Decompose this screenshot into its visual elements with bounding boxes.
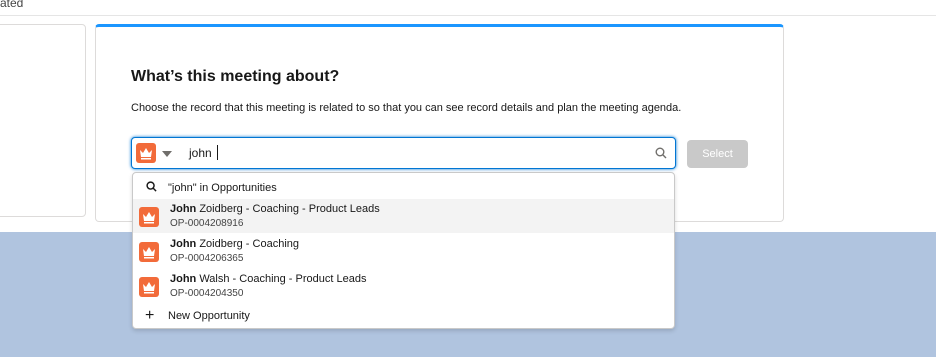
match-highlight: John	[170, 273, 197, 285]
search-icon	[655, 147, 667, 159]
search-in-opportunities[interactable]: "john" in Opportunities	[133, 173, 674, 199]
result-item[interactable]: John Zoidberg - Coaching OP-0004206365	[133, 234, 674, 268]
opportunity-icon	[139, 207, 159, 227]
object-type-selector[interactable]	[136, 143, 156, 163]
card-subtext: Choose the record that this meeting is r…	[131, 102, 682, 114]
crown-icon	[143, 247, 155, 259]
result-item[interactable]: John Zoidberg - Coaching - Product Leads…	[133, 199, 674, 233]
left-card	[0, 24, 86, 217]
plus-icon: +	[145, 307, 155, 324]
select-button[interactable]: Select	[687, 140, 748, 168]
crown-icon	[143, 212, 155, 224]
result-id: OP-0004208916	[170, 218, 244, 229]
record-search-combobox[interactable]: john	[131, 137, 676, 169]
chevron-down-icon[interactable]	[162, 151, 172, 157]
crown-icon	[143, 282, 155, 294]
new-opportunity-button[interactable]: + New Opportunity	[133, 305, 674, 329]
result-title-rest: Zoidberg - Coaching - Product Leads	[196, 203, 380, 215]
match-highlight: John	[170, 238, 197, 250]
result-title-rest: Zoidberg - Coaching	[196, 238, 300, 250]
search-icon	[146, 181, 157, 192]
opportunity-icon	[139, 277, 159, 297]
search-results-dropdown: "john" in Opportunities John Zoidberg - …	[132, 172, 675, 329]
result-title: John Zoidberg - Coaching	[170, 238, 299, 250]
result-title-rest: Walsh - Coaching - Product Leads	[196, 273, 367, 285]
match-highlight: John	[170, 203, 197, 215]
result-title: John Walsh - Coaching - Product Leads	[170, 273, 366, 285]
new-opportunity-label: New Opportunity	[168, 310, 250, 322]
opportunity-icon	[139, 242, 159, 262]
top-partial-text: ated	[0, 0, 24, 10]
result-id: OP-0004206365	[170, 253, 244, 264]
result-item[interactable]: John Walsh - Coaching - Product Leads OP…	[133, 269, 674, 303]
text-caret	[217, 145, 218, 160]
search-in-label: "john" in Opportunities	[168, 182, 277, 194]
card-heading: What’s this meeting about?	[131, 68, 340, 85]
search-input[interactable]: john	[189, 146, 212, 160]
result-title: John Zoidberg - Coaching - Product Leads	[170, 203, 380, 215]
result-id: OP-0004204350	[170, 288, 244, 299]
top-strip: ated	[0, 0, 936, 16]
crown-icon	[140, 148, 152, 160]
